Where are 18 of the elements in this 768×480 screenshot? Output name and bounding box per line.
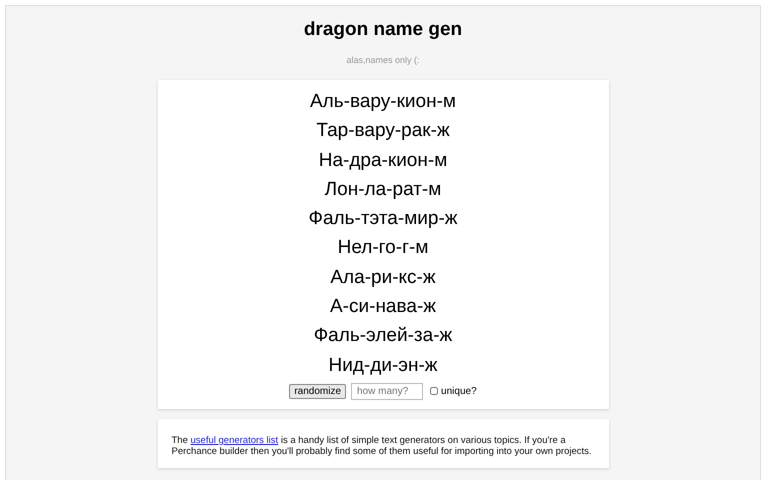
generated-name: Лон-ла-рат-м (324, 178, 442, 202)
info-paragraph: The useful generators list is a handy list of simple text generators on various topics. If you're a Perchance builder then you'll probably find some of them useful for importing into your own projects. (172, 434, 593, 458)
count-field[interactable]: how many? (351, 382, 424, 400)
generated-name: Фаль-тэта-мир-ж (308, 207, 458, 232)
generated-name: На-дра-кион-м (318, 148, 448, 173)
page-subtitle: alas,names only (: (346, 55, 420, 65)
generated-name: Нел-го-г-м (338, 236, 428, 260)
generated-name: А-си-нава-ж (330, 295, 436, 320)
page-title: dragon name gen (304, 19, 462, 41)
generated-name: Нид-ди-эн-ж (328, 354, 438, 378)
generated-name: Тар-вару-рак-ж (316, 119, 450, 144)
randomize-button[interactable]: randomize (289, 384, 346, 399)
unique-checkbox[interactable] (430, 387, 438, 396)
generators-link[interactable]: useful generators list (190, 434, 278, 446)
generated-name: Фаль-элей-за-ж (314, 324, 452, 348)
generated-name: Аль-вару-кион-м (310, 90, 456, 114)
generated-name: Ала-ри-кс-ж (330, 266, 436, 290)
unique-label: unique? (441, 386, 477, 397)
